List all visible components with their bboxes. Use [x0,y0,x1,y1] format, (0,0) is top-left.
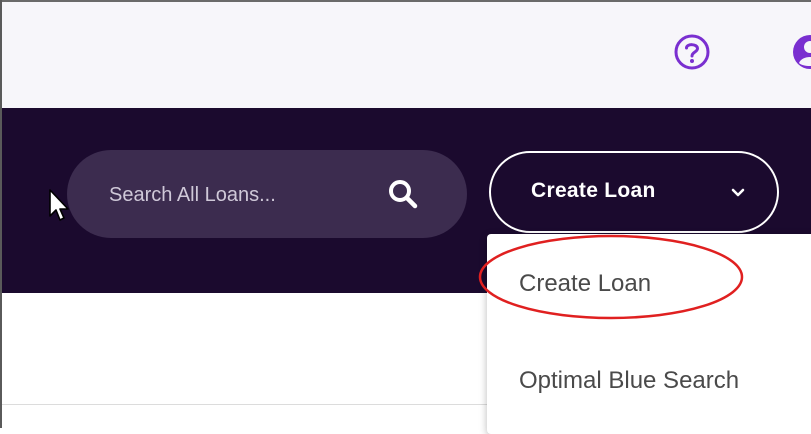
chevron-down-icon [731,188,745,197]
search-box[interactable] [67,150,467,238]
create-loan-button[interactable]: Create Loan [489,151,779,233]
menu-item-label: Create Loan [519,270,652,297]
search-icon[interactable] [385,176,421,212]
menu-item-create-loan[interactable]: Create Loan [487,242,811,322]
create-loan-dropdown-menu: Create Loan Optimal Blue Search [487,234,811,434]
account-circle-icon[interactable] [790,32,811,72]
menu-item-optimal-blue-search[interactable]: Optimal Blue Search [487,339,811,419]
help-circle-icon[interactable] [672,32,712,72]
menu-item-label: Optimal Blue Search [519,367,740,394]
search-input[interactable] [107,179,361,211]
create-loan-button-label: Create Loan [531,179,656,202]
top-header-bar [2,2,811,109]
mouse-cursor-icon [49,189,69,221]
